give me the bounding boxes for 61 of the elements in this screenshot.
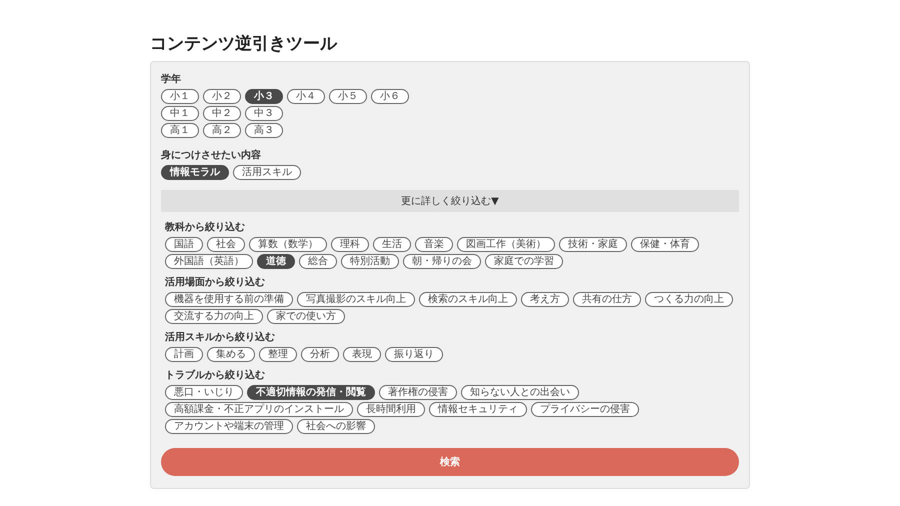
filter-chip[interactable]: 総合 xyxy=(299,254,337,269)
filter-chip[interactable]: 技術・家庭 xyxy=(559,237,627,252)
filter-chip[interactable]: 長時間利用 xyxy=(357,402,425,417)
filter-chip[interactable]: 集める xyxy=(207,347,255,362)
filter-chip[interactable]: つくる力の向上 xyxy=(645,292,733,307)
filter-chip[interactable]: 小３ xyxy=(245,89,283,104)
filter-chip[interactable]: 振り返り xyxy=(385,347,443,362)
filter-chip[interactable]: 社会 xyxy=(207,237,245,252)
section-heading: 学年 xyxy=(161,72,182,86)
filter-chip[interactable]: 知らない人との出会い xyxy=(461,385,579,400)
filter-chip[interactable]: 家庭での学習 xyxy=(485,254,563,269)
section-heading: 身につけさせたい内容 xyxy=(161,148,262,162)
filter-chip[interactable]: 図画工作（美術） xyxy=(457,237,555,252)
filter-chip[interactable]: 計画 xyxy=(165,347,203,362)
filter-chip[interactable]: 中２ xyxy=(203,106,241,121)
filter-chip[interactable]: 分析 xyxy=(301,347,339,362)
filter-chip[interactable]: アカウントや端末の管理 xyxy=(165,419,293,434)
filter-chip[interactable]: 理科 xyxy=(331,237,369,252)
filter-chip[interactable]: 情報モラル xyxy=(161,165,229,180)
filter-chip[interactable]: 中３ xyxy=(245,106,283,121)
filter-chip[interactable]: 朝・帰りの会 xyxy=(403,254,481,269)
filter-chip[interactable]: 社会への影響 xyxy=(297,419,375,434)
filter-chip[interactable]: 整理 xyxy=(259,347,297,362)
filter-chip[interactable]: 写真撮影のスキル向上 xyxy=(297,292,415,307)
filter-chip[interactable]: 不適切情報の発信・閲覧 xyxy=(247,385,375,400)
filter-chip[interactable]: 特別活動 xyxy=(341,254,399,269)
filter-chip[interactable]: 共有の仕方 xyxy=(573,292,641,307)
filter-chip[interactable]: 情報セキュリティ xyxy=(429,402,527,417)
filter-chip[interactable]: 機器を使用する前の準備 xyxy=(165,292,293,307)
filter-chip[interactable]: 家での使い方 xyxy=(267,309,345,324)
filter-chip[interactable]: 高２ xyxy=(203,123,241,138)
filter-chip[interactable]: 小２ xyxy=(203,89,241,104)
filter-chip[interactable]: 高額課金・不正アプリのインストール xyxy=(165,402,353,417)
filter-chip[interactable]: 検索のスキル向上 xyxy=(419,292,517,307)
filter-chip[interactable]: 小１ xyxy=(161,89,199,104)
page-title: コンテンツ逆引きツール xyxy=(150,33,338,55)
section-heading: 活用場面から絞り込む xyxy=(165,275,266,289)
filter-chip[interactable]: 活用スキル xyxy=(233,165,301,180)
section-heading: トラブルから絞り込む xyxy=(165,368,266,382)
filter-chip[interactable]: 算数（数学） xyxy=(249,237,327,252)
filter-chip[interactable]: 音楽 xyxy=(415,237,453,252)
filter-chip[interactable]: 外国語（英語） xyxy=(165,254,253,269)
filter-chip[interactable]: 保健・体育 xyxy=(631,237,699,252)
filter-chip[interactable]: 小４ xyxy=(287,89,325,104)
filter-chip[interactable]: 考え方 xyxy=(521,292,569,307)
filter-chip[interactable]: 道徳 xyxy=(257,254,295,269)
filter-chip[interactable]: 悪口・いじり xyxy=(165,385,243,400)
filter-chip[interactable]: 小６ xyxy=(371,89,409,104)
filter-chip[interactable]: 国語 xyxy=(165,237,203,252)
expand-button[interactable]: 更に詳しく絞り込む▼ xyxy=(161,190,739,212)
filter-chip[interactable]: 中１ xyxy=(161,106,199,121)
filter-chip[interactable]: 交流する力の向上 xyxy=(165,309,263,324)
filter-chip[interactable]: プライバシーの侵害 xyxy=(531,402,639,417)
filter-chip[interactable]: 著作権の侵害 xyxy=(379,385,457,400)
section-heading: 教科から絞り込む xyxy=(165,220,246,234)
section-heading: 活用スキルから絞り込む xyxy=(165,330,276,344)
filter-chip[interactable]: 生活 xyxy=(373,237,411,252)
filter-chip[interactable]: 小５ xyxy=(329,89,367,104)
filter-chip[interactable]: 高１ xyxy=(161,123,199,138)
filter-chip[interactable]: 高３ xyxy=(245,123,283,138)
filter-chip[interactable]: 表現 xyxy=(343,347,381,362)
